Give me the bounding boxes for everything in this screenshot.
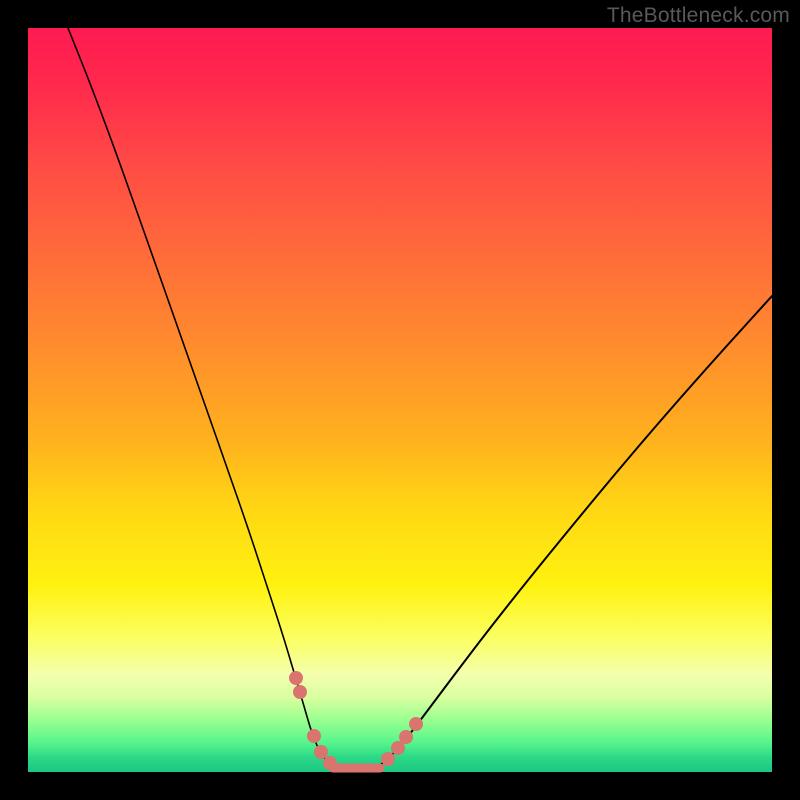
- valley-dot: [399, 730, 413, 744]
- valley-dot: [409, 717, 423, 731]
- watermark-text: TheBottleneck.com: [607, 4, 790, 28]
- valley-dot: [323, 756, 337, 770]
- chart-frame: TheBottleneck.com: [0, 0, 800, 800]
- curve-layer: [28, 28, 772, 772]
- bottleneck-curve-right: [358, 296, 772, 770]
- bottleneck-curve-left: [68, 28, 358, 770]
- valley-dot: [381, 752, 395, 766]
- valley-dot: [289, 671, 303, 685]
- valley-dot: [293, 685, 307, 699]
- plot-area: [28, 28, 772, 772]
- valley-marker-dots: [289, 671, 423, 770]
- valley-dot: [307, 729, 321, 743]
- valley-dot: [314, 745, 328, 759]
